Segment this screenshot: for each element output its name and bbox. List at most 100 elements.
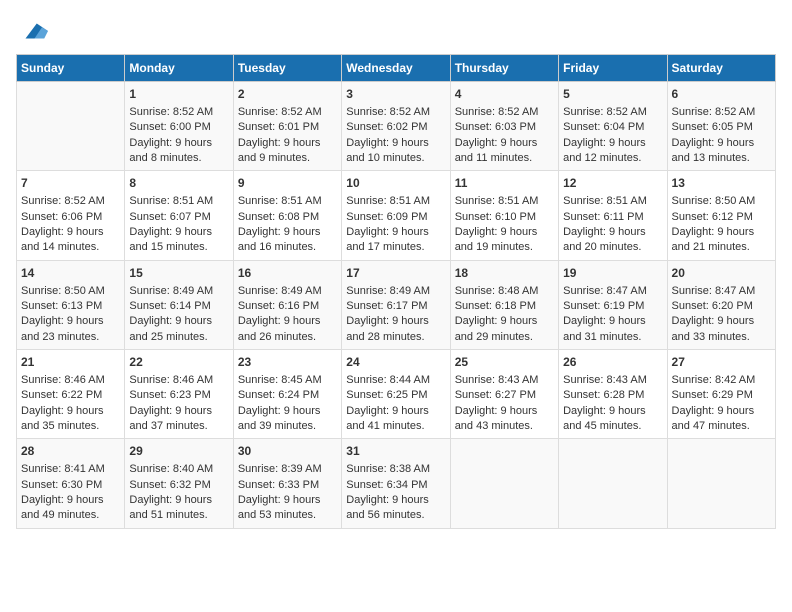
day-number: 26 bbox=[563, 354, 662, 371]
calendar-cell: 6Sunrise: 8:52 AMSunset: 6:05 PMDaylight… bbox=[667, 82, 775, 171]
day-number: 2 bbox=[238, 86, 337, 103]
week-row-5: 28Sunrise: 8:41 AMSunset: 6:30 PMDayligh… bbox=[17, 439, 776, 528]
daylight-info: Daylight: 9 hours and 20 minutes. bbox=[563, 225, 662, 256]
daylight-info: Daylight: 9 hours and 12 minutes. bbox=[563, 136, 662, 167]
day-number: 21 bbox=[21, 354, 120, 371]
day-number: 29 bbox=[129, 443, 228, 460]
calendar-cell: 28Sunrise: 8:41 AMSunset: 6:30 PMDayligh… bbox=[17, 439, 125, 528]
sunset-info: Sunset: 6:09 PM bbox=[346, 210, 445, 225]
week-row-4: 21Sunrise: 8:46 AMSunset: 6:22 PMDayligh… bbox=[17, 350, 776, 439]
day-number: 7 bbox=[21, 175, 120, 192]
day-number: 30 bbox=[238, 443, 337, 460]
daylight-info: Daylight: 9 hours and 39 minutes. bbox=[238, 404, 337, 435]
day-number: 9 bbox=[238, 175, 337, 192]
calendar-table: SundayMondayTuesdayWednesdayThursdayFrid… bbox=[16, 54, 776, 529]
day-number: 20 bbox=[672, 265, 771, 282]
daylight-info: Daylight: 9 hours and 15 minutes. bbox=[129, 225, 228, 256]
day-number: 1 bbox=[129, 86, 228, 103]
sunset-info: Sunset: 6:32 PM bbox=[129, 478, 228, 493]
sunset-info: Sunset: 6:18 PM bbox=[455, 299, 554, 314]
calendar-cell: 12Sunrise: 8:51 AMSunset: 6:11 PMDayligh… bbox=[559, 171, 667, 260]
daylight-info: Daylight: 9 hours and 45 minutes. bbox=[563, 404, 662, 435]
sunrise-info: Sunrise: 8:41 AM bbox=[21, 462, 120, 477]
sunset-info: Sunset: 6:23 PM bbox=[129, 388, 228, 403]
sunrise-info: Sunrise: 8:47 AM bbox=[672, 284, 771, 299]
daylight-info: Daylight: 9 hours and 10 minutes. bbox=[346, 136, 445, 167]
sunrise-info: Sunrise: 8:50 AM bbox=[672, 194, 771, 209]
calendar-cell: 2Sunrise: 8:52 AMSunset: 6:01 PMDaylight… bbox=[233, 82, 341, 171]
sunset-info: Sunset: 6:11 PM bbox=[563, 210, 662, 225]
calendar-cell: 7Sunrise: 8:52 AMSunset: 6:06 PMDaylight… bbox=[17, 171, 125, 260]
calendar-cell: 31Sunrise: 8:38 AMSunset: 6:34 PMDayligh… bbox=[342, 439, 450, 528]
daylight-info: Daylight: 9 hours and 17 minutes. bbox=[346, 225, 445, 256]
calendar-cell: 24Sunrise: 8:44 AMSunset: 6:25 PMDayligh… bbox=[342, 350, 450, 439]
day-number: 22 bbox=[129, 354, 228, 371]
sunrise-info: Sunrise: 8:52 AM bbox=[346, 105, 445, 120]
sunset-info: Sunset: 6:06 PM bbox=[21, 210, 120, 225]
calendar-cell: 22Sunrise: 8:46 AMSunset: 6:23 PMDayligh… bbox=[125, 350, 233, 439]
weekday-header-thursday: Thursday bbox=[450, 55, 558, 82]
sunset-info: Sunset: 6:25 PM bbox=[346, 388, 445, 403]
calendar-cell: 4Sunrise: 8:52 AMSunset: 6:03 PMDaylight… bbox=[450, 82, 558, 171]
day-number: 19 bbox=[563, 265, 662, 282]
sunset-info: Sunset: 6:02 PM bbox=[346, 120, 445, 135]
sunset-info: Sunset: 6:17 PM bbox=[346, 299, 445, 314]
daylight-info: Daylight: 9 hours and 16 minutes. bbox=[238, 225, 337, 256]
sunrise-info: Sunrise: 8:49 AM bbox=[129, 284, 228, 299]
sunrise-info: Sunrise: 8:52 AM bbox=[563, 105, 662, 120]
daylight-info: Daylight: 9 hours and 31 minutes. bbox=[563, 314, 662, 345]
daylight-info: Daylight: 9 hours and 14 minutes. bbox=[21, 225, 120, 256]
sunset-info: Sunset: 6:01 PM bbox=[238, 120, 337, 135]
day-number: 3 bbox=[346, 86, 445, 103]
day-number: 4 bbox=[455, 86, 554, 103]
weekday-header-saturday: Saturday bbox=[667, 55, 775, 82]
sunrise-info: Sunrise: 8:49 AM bbox=[346, 284, 445, 299]
sunrise-info: Sunrise: 8:43 AM bbox=[455, 373, 554, 388]
calendar-cell bbox=[17, 82, 125, 171]
day-number: 27 bbox=[672, 354, 771, 371]
weekday-header-row: SundayMondayTuesdayWednesdayThursdayFrid… bbox=[17, 55, 776, 82]
calendar-cell: 16Sunrise: 8:49 AMSunset: 6:16 PMDayligh… bbox=[233, 260, 341, 349]
calendar-cell: 18Sunrise: 8:48 AMSunset: 6:18 PMDayligh… bbox=[450, 260, 558, 349]
day-number: 31 bbox=[346, 443, 445, 460]
sunset-info: Sunset: 6:04 PM bbox=[563, 120, 662, 135]
calendar-cell: 10Sunrise: 8:51 AMSunset: 6:09 PMDayligh… bbox=[342, 171, 450, 260]
calendar-cell: 3 Sunrise: 8:52 AMSunset: 6:02 PMDaylight… bbox=[342, 82, 450, 171]
calendar-cell bbox=[450, 439, 558, 528]
sunset-info: Sunset: 6:28 PM bbox=[563, 388, 662, 403]
week-row-1: 1Sunrise: 8:52 AMSunset: 6:00 PMDaylight… bbox=[17, 82, 776, 171]
sunrise-info: Sunrise: 8:52 AM bbox=[238, 105, 337, 120]
daylight-info: Daylight: 9 hours and 8 minutes. bbox=[129, 136, 228, 167]
daylight-info: Daylight: 9 hours and 43 minutes. bbox=[455, 404, 554, 435]
sunrise-info: Sunrise: 8:51 AM bbox=[563, 194, 662, 209]
daylight-info: Daylight: 9 hours and 19 minutes. bbox=[455, 225, 554, 256]
daylight-info: Daylight: 9 hours and 56 minutes. bbox=[346, 493, 445, 524]
week-row-3: 14Sunrise: 8:50 AMSunset: 6:13 PMDayligh… bbox=[17, 260, 776, 349]
calendar-cell: 26 Sunrise: 8:43 AMSunset: 6:28 PMDayligh… bbox=[559, 350, 667, 439]
sunset-info: Sunset: 6:05 PM bbox=[672, 120, 771, 135]
sunset-info: Sunset: 6:27 PM bbox=[455, 388, 554, 403]
sunset-info: Sunset: 6:24 PM bbox=[238, 388, 337, 403]
sunrise-info: Sunrise: 8:50 AM bbox=[21, 284, 120, 299]
daylight-info: Daylight: 9 hours and 35 minutes. bbox=[21, 404, 120, 435]
calendar-cell: 8Sunrise: 8:51 AMSunset: 6:07 PMDaylight… bbox=[125, 171, 233, 260]
week-row-2: 7Sunrise: 8:52 AMSunset: 6:06 PMDaylight… bbox=[17, 171, 776, 260]
logo bbox=[16, 16, 48, 46]
sunrise-info: Sunrise: 8:51 AM bbox=[238, 194, 337, 209]
calendar-body: 1Sunrise: 8:52 AMSunset: 6:00 PMDaylight… bbox=[17, 82, 776, 529]
sunset-info: Sunset: 6:03 PM bbox=[455, 120, 554, 135]
weekday-header-wednesday: Wednesday bbox=[342, 55, 450, 82]
sunset-info: Sunset: 6:16 PM bbox=[238, 299, 337, 314]
sunset-info: Sunset: 6:29 PM bbox=[672, 388, 771, 403]
sunset-info: Sunset: 6:20 PM bbox=[672, 299, 771, 314]
sunrise-info: Sunrise: 8:51 AM bbox=[346, 194, 445, 209]
daylight-info: Daylight: 9 hours and 28 minutes. bbox=[346, 314, 445, 345]
sunrise-info: Sunrise: 8:48 AM bbox=[455, 284, 554, 299]
calendar-cell: 13Sunrise: 8:50 AMSunset: 6:12 PMDayligh… bbox=[667, 171, 775, 260]
sunrise-info: Sunrise: 8:40 AM bbox=[129, 462, 228, 477]
daylight-info: Daylight: 9 hours and 26 minutes. bbox=[238, 314, 337, 345]
sunrise-info: Sunrise: 8:43 AM bbox=[563, 373, 662, 388]
sunset-info: Sunset: 6:00 PM bbox=[129, 120, 228, 135]
calendar-cell: 17Sunrise: 8:49 AMSunset: 6:17 PMDayligh… bbox=[342, 260, 450, 349]
sunset-info: Sunset: 6:34 PM bbox=[346, 478, 445, 493]
